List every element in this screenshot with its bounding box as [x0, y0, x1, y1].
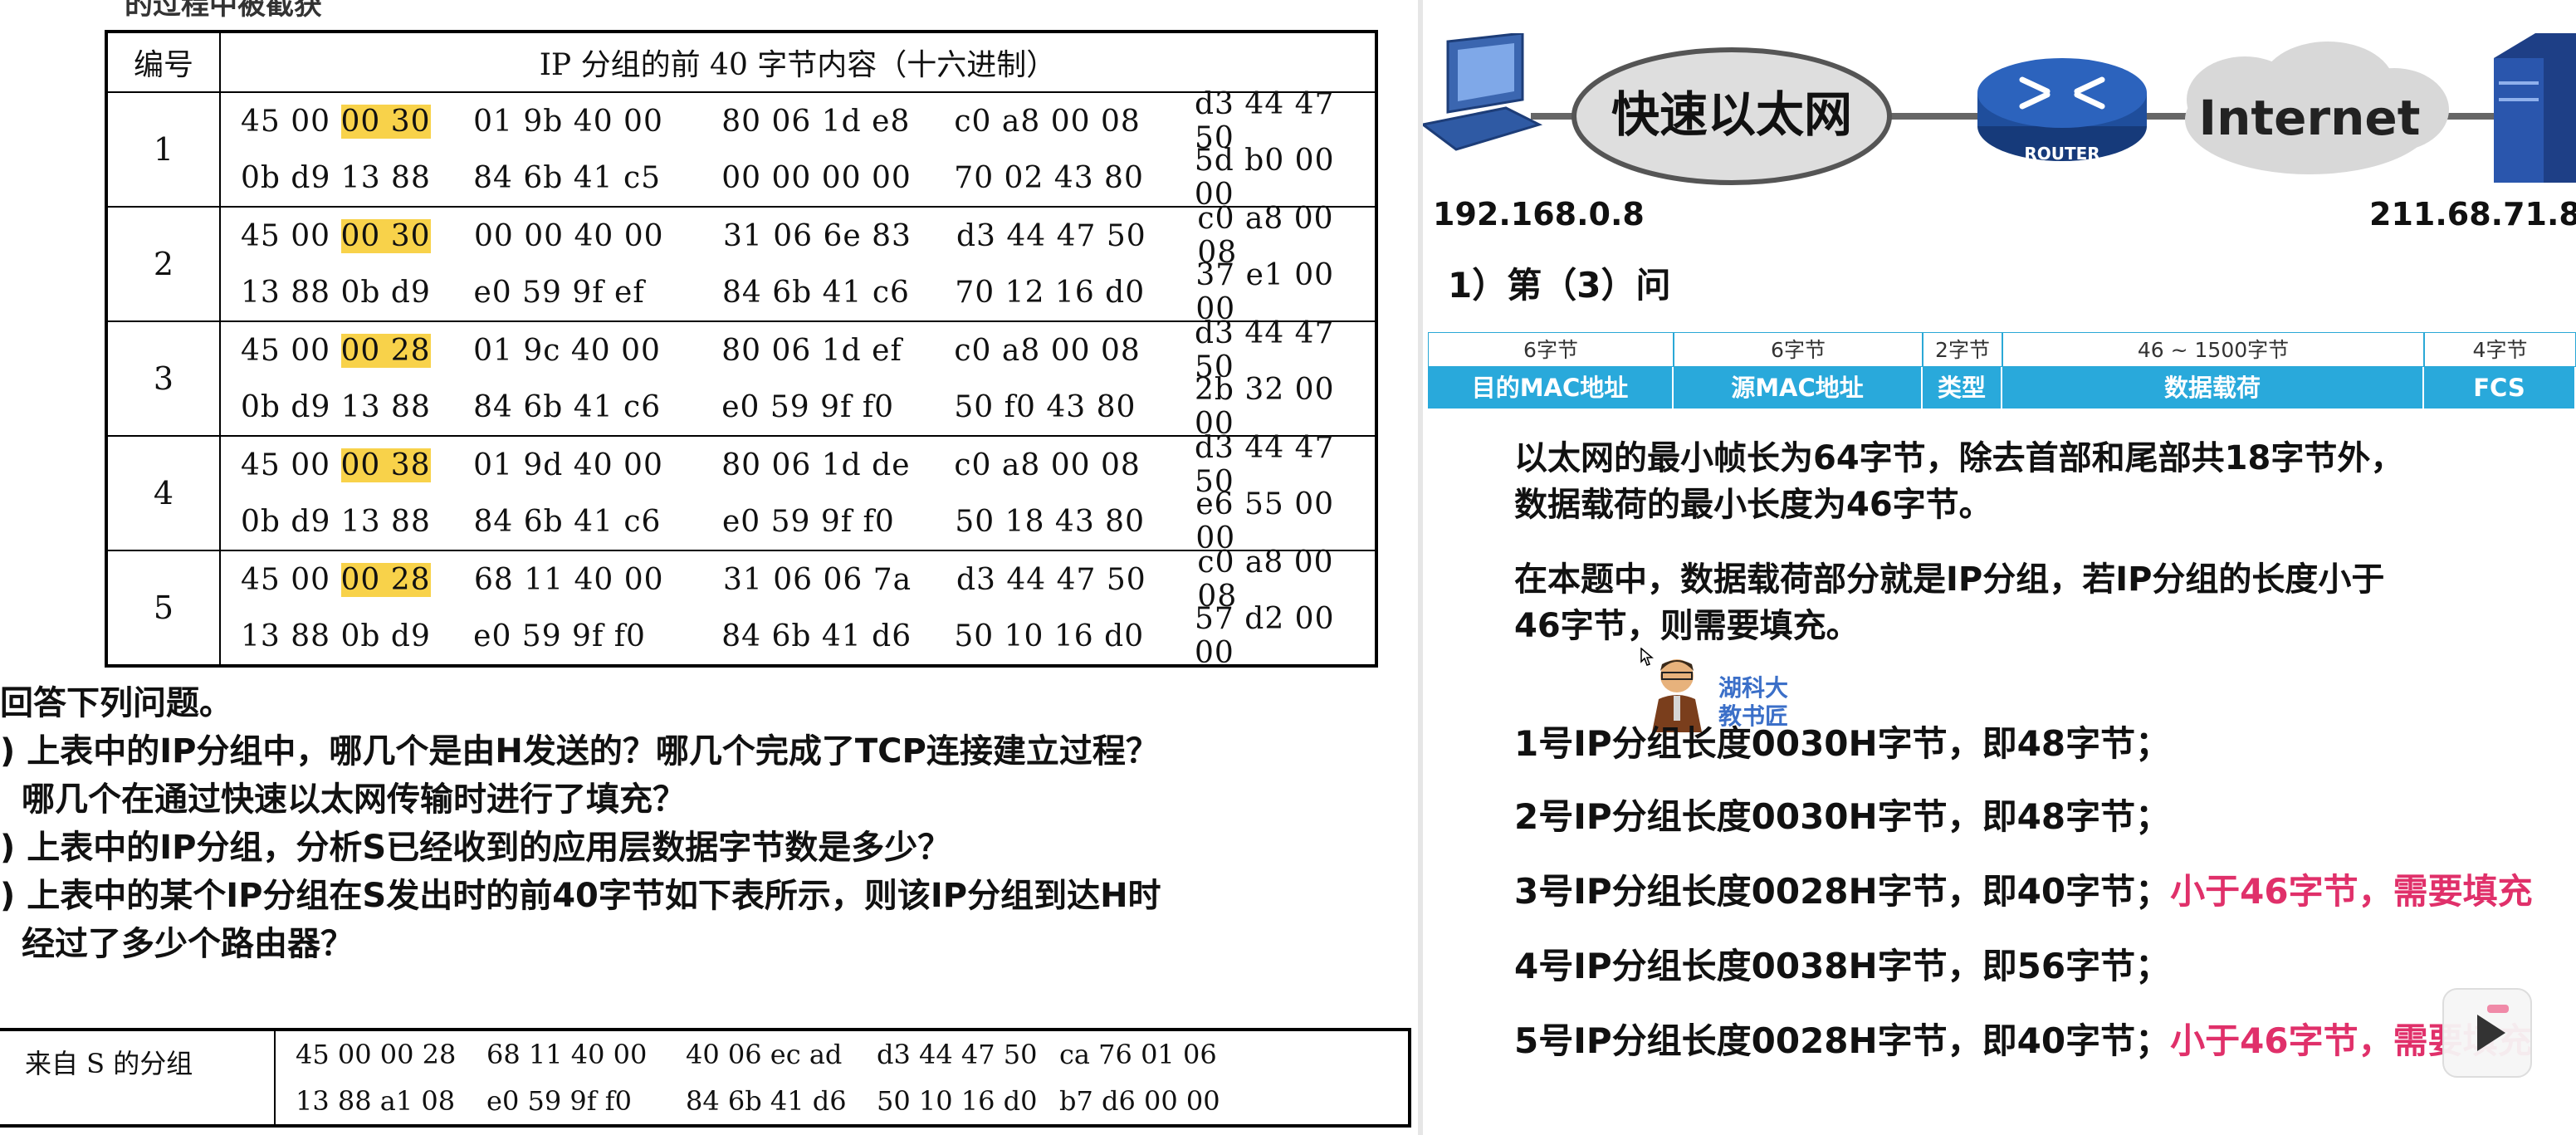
row-hex: 45 00 00 30 00 00 40 00 31 06 6e 83 d3 44 4… [219, 202, 1377, 326]
col-header-content: IP 分组的前 40 字节内容（十六进制） [219, 31, 1377, 93]
question-2: ) 上表中的IP分组，分析S已经收到的应用层数据字节数是多少？ [0, 829, 951, 867]
server-ip-address: 211.68.71.80 [2369, 196, 2576, 232]
packet-length-line: 3号IP分组长度0028H字节，即40字节；小于46字节，需要填充 [1514, 871, 2533, 912]
row-number: 1 [105, 91, 221, 208]
question-title: 1）第（3）问 [1448, 265, 1671, 306]
cloud-label: Internet [2199, 90, 2421, 146]
router-icon: ROUTER [1977, 58, 2147, 164]
s-packet-label: 来自 S 的分组 [0, 1029, 276, 1127]
questions-block: 回答下列问题。 ) 上表中的IP分组中，哪几个是由H发送的？哪几个完成了TCP连… [0, 679, 1161, 968]
lan-label: 快速以太网 [1611, 86, 1852, 143]
ethernet-frame-format: 6字节 目的MAC地址 6字节 源MAC地址 2字节 类型 46 ~ 1500字节 数据… [1423, 332, 2576, 410]
s-packet-table: 来自 S 的分组 45 00 00 28 68 11 40 00 40 06 ec … [0, 1028, 1411, 1128]
question-3-line-1: ) 上表中的某个IP分组在S发出时的前40字节如下表所示，则该IP分组到达H时 [0, 877, 1161, 915]
row-hex: 45 00 00 28 01 9c 40 00 80 06 1d ef c0 a8 0… [219, 316, 1377, 441]
length-field-highlight: 00 28 [340, 333, 431, 368]
explanation-line: 在本题中，数据载荷部分就是IP分组，若IP分组的长度小于 [1514, 560, 2385, 599]
packet-length-line: 4号IP分组长度0038H字节，即56字节； [1514, 946, 2171, 986]
frame-field-fcs: 4字节 FCS [2424, 332, 2576, 410]
questions-intro: 回答下列问题。 [0, 684, 232, 722]
explanation-line: 以太网的最小帧长为64字节，除去首部和尾部共18字节外， [1514, 439, 2404, 477]
packet-length-line: 5号IP分组长度0028H字节，即40字节；小于46字节，需要填充 [1514, 1020, 2533, 1061]
s-packet-hex: 45 00 00 28 68 11 40 00 40 06 ec ad d3 44 4… [274, 1029, 1410, 1127]
network-diagram: 快速以太网 ROUTER Internet [1423, 33, 2576, 185]
explanation-line: 46字节，则需要填充。 [1514, 607, 1860, 645]
server-icon [2494, 33, 2576, 183]
question-1-line-1: ) 上表中的IP分组中，哪几个是由H发送的？哪几个完成了TCP连接建立过程？ [0, 732, 1159, 771]
row-number: 5 [105, 550, 221, 667]
frame-field-src-mac: 6字节 源MAC地址 [1674, 332, 1923, 410]
question-1-line-2: 哪几个在通过快速以太网传输时进行了填充？ [22, 780, 686, 819]
frame-field-type: 2字节 类型 [1923, 332, 2002, 410]
row-number: 2 [105, 206, 221, 322]
mouse-cursor-icon [1640, 648, 1654, 666]
frame-field-dest-mac: 6字节 目的MAC地址 [1428, 332, 1674, 410]
row-hex: 45 00 00 38 01 9d 40 00 80 06 1d de c0 a8 0… [219, 431, 1377, 555]
video-play-button[interactable] [2442, 988, 2532, 1078]
right-pane: 快速以太网 ROUTER Internet 192.168.0.8 211.68… [1423, 0, 2576, 1135]
length-field-highlight: 00 30 [340, 104, 431, 139]
packet-length-line: 2号IP分组长度0030H字节，即48字节； [1514, 796, 2171, 837]
explanation-line: 数据载荷的最小长度为46字节。 [1514, 486, 1992, 524]
row-hex: 45 00 00 30 01 9b 40 00 80 06 1d e8 c0 a8 0… [219, 87, 1377, 212]
packet-length-line: 1号IP分组长度0030H字节，即48字节； [1514, 723, 2171, 764]
padding-note: 小于46字节，需要填充 [2170, 871, 2533, 912]
ip-packets-table: 编号 IP 分组的前 40 字节内容（十六进制） 1 45 00 00 30 01… [105, 30, 1378, 670]
length-field-highlight: 00 30 [340, 218, 431, 253]
row-number: 4 [105, 435, 221, 551]
play-icon [2477, 1005, 2509, 1051]
length-field-highlight: 00 28 [340, 562, 431, 597]
row-number: 3 [105, 320, 221, 437]
router-label: ROUTER [2024, 144, 2099, 164]
clipped-heading: 的过程中被截获 [125, 0, 322, 22]
frame-field-payload: 46 ~ 1500字节 数据载荷 [2002, 332, 2424, 410]
left-pane: 的过程中被截获 编号 IP 分组的前 40 字节内容（十六进制） 1 45 00… [0, 0, 1418, 1135]
internet-cloud-icon: Internet [2185, 42, 2449, 174]
col-header-number: 编号 [105, 31, 221, 93]
row-hex: 45 00 00 28 68 11 40 00 31 06 06 7a d3 44 4… [219, 545, 1377, 670]
host-computer-icon [1423, 33, 1543, 151]
length-field-highlight: 00 38 [340, 448, 431, 482]
host-ip-address: 192.168.0.8 [1433, 196, 1645, 232]
question-3-line-2: 经过了多少个路由器？ [22, 925, 354, 963]
